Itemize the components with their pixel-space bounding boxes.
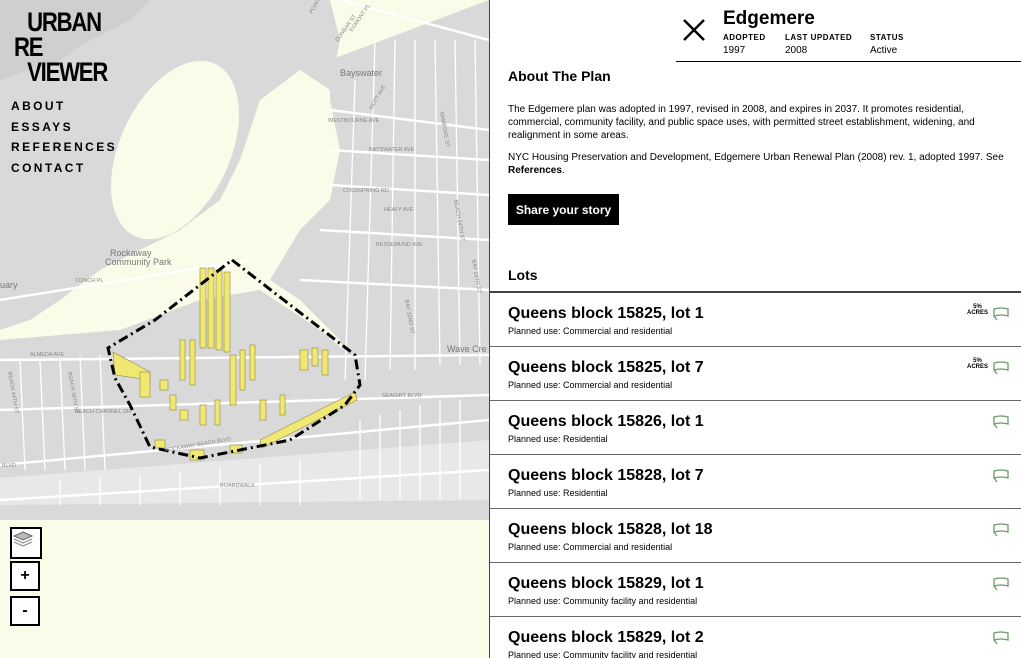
map[interactable]: Bayswater Rockaway Community Park Wave C…: [0, 0, 489, 658]
lot-name: Queens block 15828, lot 18: [508, 521, 713, 538]
svg-text:CONCH PL: CONCH PL: [75, 278, 103, 284]
lot-map-icon[interactable]: [992, 522, 1010, 538]
svg-text:BESSEMUND AVE: BESSEMUND AVE: [376, 242, 423, 248]
source-end: .: [561, 165, 565, 176]
svg-text:Community Park: Community Park: [105, 257, 172, 267]
close-icon[interactable]: [682, 18, 706, 42]
lot-item[interactable]: Queens block 15828, lot 18 Planned use: …: [490, 509, 1021, 563]
zoom-out-button[interactable]: -: [10, 596, 40, 626]
nav-references[interactable]: REFERENCES: [11, 137, 117, 158]
share-story-button[interactable]: Share your story: [508, 194, 619, 225]
svg-text:BLVD: BLVD: [2, 463, 16, 469]
lot-name: Queens block 15828, lot 7: [508, 467, 704, 484]
acres-badge: 5% ACRES: [966, 304, 988, 316]
lot-map-icon[interactable]: [992, 468, 1010, 484]
lot-name: Queens block 15829, lot 2: [508, 629, 704, 646]
svg-text:uary: uary: [0, 280, 18, 290]
lot-item[interactable]: Queens block 15828, lot 7 Planned use: R…: [490, 455, 1021, 509]
lot-planned-use: Planned use: Commercial and residential: [508, 380, 673, 390]
updated-label: LAST UPDATED: [785, 33, 853, 42]
main-nav: ABOUT ESSAYS REFERENCES CONTACT: [11, 96, 117, 178]
logo-line-3: VIEWER: [27, 57, 108, 87]
adopted-value: 1997: [723, 45, 746, 56]
status-value: Active: [870, 45, 898, 56]
svg-text:COLDSPRING RD: COLDSPRING RD: [343, 188, 389, 194]
svg-text:BOARDWALK: BOARDWALK: [220, 483, 255, 489]
svg-text:HEALY AVE: HEALY AVE: [384, 207, 414, 213]
about-heading: About The Plan: [508, 68, 611, 84]
lot-planned-use: Planned use: Commercial and residential: [508, 542, 673, 552]
svg-text:ALMEDA AVE: ALMEDA AVE: [30, 352, 64, 358]
adopted-label: ADOPTED: [723, 33, 766, 42]
source-citation: NYC Housing Preservation and Development…: [508, 152, 1004, 163]
acres-badge: 5% ACRES: [966, 358, 988, 370]
zoom-in-button[interactable]: +: [10, 561, 40, 591]
lot-name: Queens block 15825, lot 1: [508, 305, 704, 322]
nav-about[interactable]: ABOUT: [11, 96, 117, 117]
lots-list: Queens block 15825, lot 1 Planned use: C…: [490, 291, 1021, 658]
site-logo[interactable]: URBAN RE VIEWER: [14, 9, 108, 87]
svg-text:SEAGIRT BLVD: SEAGIRT BLVD: [382, 393, 421, 399]
header-divider: [676, 61, 1021, 62]
lot-planned-use: Planned use: Community facility and resi…: [508, 596, 698, 606]
svg-text:BAYSWATER AVE: BAYSWATER AVE: [369, 147, 415, 153]
lot-map-icon[interactable]: [992, 630, 1010, 646]
lot-item[interactable]: Queens block 15825, lot 1 Planned use: C…: [490, 293, 1021, 347]
lot-item[interactable]: Queens block 15829, lot 2 Planned use: C…: [490, 617, 1021, 658]
layers-button[interactable]: [12, 529, 40, 557]
source-text: NYC Housing Preservation and Development…: [508, 151, 1020, 177]
lot-name: Queens block 15825, lot 7: [508, 359, 704, 376]
lot-map-icon[interactable]: [992, 360, 1010, 376]
lot-map-icon[interactable]: [992, 576, 1010, 592]
svg-text:BEACH CHANNEL DR: BEACH CHANNEL DR: [75, 409, 131, 415]
plan-panel: Edgemere ADOPTED 1997 LAST UPDATED 2008 …: [489, 0, 1021, 658]
lot-name: Queens block 15829, lot 1: [508, 575, 704, 592]
layers-icon: [12, 531, 34, 547]
status-label: STATUS: [870, 33, 904, 42]
lot-planned-use: Planned use: Community facility and resi…: [508, 650, 698, 658]
svg-text:WESTBOURNE AVE: WESTBOURNE AVE: [328, 118, 380, 124]
lot-name: Queens block 15826, lot 1: [508, 413, 704, 430]
lot-map-icon[interactable]: [992, 414, 1010, 430]
references-link[interactable]: References: [508, 165, 562, 176]
lots-heading: Lots: [508, 267, 538, 283]
lot-item[interactable]: Queens block 15825, lot 7 Planned use: C…: [490, 347, 1021, 401]
about-text: The Edgemere plan was adopted in 1997, r…: [508, 104, 975, 141]
updated-value: 2008: [785, 45, 808, 56]
lot-item[interactable]: Queens block 15829, lot 1 Planned use: C…: [490, 563, 1021, 617]
nav-contact[interactable]: CONTACT: [11, 158, 117, 179]
nav-essays[interactable]: ESSAYS: [11, 117, 117, 138]
lot-planned-use: Planned use: Commercial and residential: [508, 326, 673, 336]
lot-planned-use: Planned use: Residential: [508, 488, 608, 498]
svg-text:Bayswater: Bayswater: [340, 68, 382, 78]
svg-text:Wave Cre: Wave Cre: [447, 344, 487, 354]
plan-title: Edgemere: [723, 8, 815, 29]
lot-map-icon[interactable]: [992, 306, 1010, 322]
lot-item[interactable]: Queens block 15826, lot 1 Planned use: R…: [490, 401, 1021, 455]
lot-planned-use: Planned use: Residential: [508, 434, 608, 444]
